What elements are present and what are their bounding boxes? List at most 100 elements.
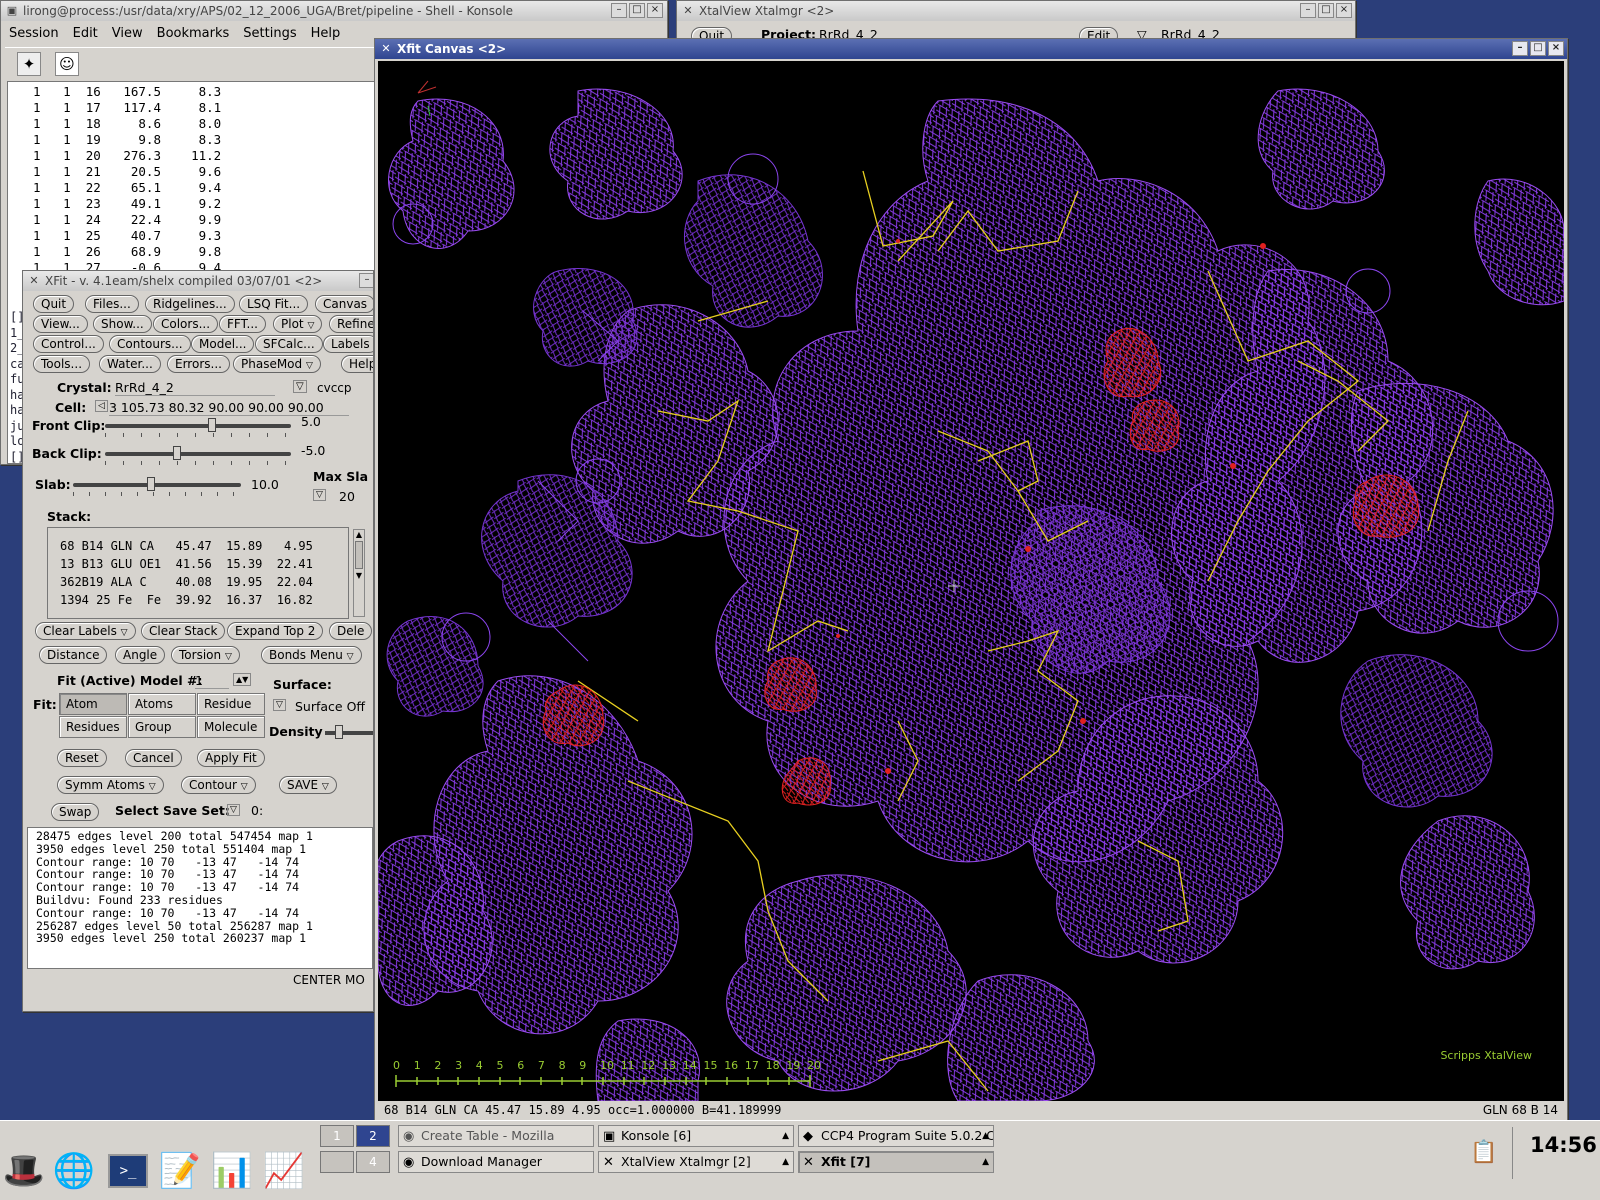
minimize-icon[interactable]: – (359, 273, 373, 288)
clock[interactable]: 14:56 (1530, 1133, 1597, 1157)
stack-scrollbar[interactable]: ▲ ▼ (353, 529, 365, 617)
front-clip-slider[interactable] (105, 424, 291, 428)
tools-button[interactable]: Tools... (33, 355, 91, 373)
quit-button[interactable]: Quit (33, 295, 75, 313)
canvas-button[interactable]: Canvas (315, 295, 373, 313)
task-ccp4[interactable]: ◆ CCP4 Program Suite 5.0.2 C ▲ (798, 1125, 994, 1147)
symm-atoms-button[interactable]: Symm Atoms ▽ (57, 776, 164, 794)
help-button[interactable]: Help (341, 355, 373, 373)
pager-desktop-4[interactable]: 4 (356, 1151, 390, 1173)
clear-stack-button[interactable]: Clear Stack (141, 622, 226, 640)
chevron-down-icon[interactable]: ▽ (313, 489, 326, 501)
water-button[interactable]: Water... (99, 355, 161, 373)
konsole-titlebar[interactable]: ▣ lirong@process:/usr/data/xry/APS/02_12… (1, 1, 667, 21)
xfit-titlebar[interactable]: ✕ XFit - v. 4.1eam/shelx compiled 03/07/… (23, 271, 373, 291)
fit-residue-button[interactable]: Residue (197, 693, 265, 715)
show-button[interactable]: Show... (93, 315, 152, 333)
colors-button[interactable]: Colors... (153, 315, 219, 333)
terminal-icon[interactable]: >_ (108, 1149, 152, 1193)
new-session-icon[interactable]: ✦ (17, 52, 41, 76)
menu-view[interactable]: View (112, 26, 143, 41)
angle-button[interactable]: Angle (115, 646, 166, 664)
plot-button[interactable]: Plot ▽ (273, 315, 323, 333)
menu-edit[interactable]: Edit (73, 26, 98, 41)
fft-button[interactable]: FFT... (219, 315, 266, 333)
save-button[interactable]: SAVE ▽ (279, 776, 337, 794)
chevron-down-icon[interactable]: ▽ (293, 380, 307, 393)
menu-help[interactable]: Help (311, 26, 341, 41)
sfcalc-button[interactable]: SFCalc... (255, 335, 323, 353)
minimize-icon[interactable]: – (1300, 3, 1316, 18)
chevron-down-icon[interactable]: ▽ (273, 699, 286, 711)
fit-residues-button[interactable]: Residues (59, 716, 127, 738)
back-clip-thumb[interactable] (173, 446, 181, 460)
stack-list[interactable]: 68 B14 GLN CA 45.47 15.89 4.95 13 B13 GLU… (47, 527, 349, 619)
close-icon[interactable]: × (1548, 41, 1564, 56)
contour-button[interactable]: Contour ▽ (181, 776, 256, 794)
apply-fit-button[interactable]: Apply Fit (197, 749, 265, 767)
density-canvas[interactable]: 0 1 2 3 4 5 6 7 8 9 10 11 12 13 14 15 16 17 18 19 20 Scripps… (378, 61, 1564, 1101)
canvas-titlebar[interactable]: ✕ Xfit Canvas <2> – □ × (375, 39, 1567, 59)
slab-slider[interactable] (73, 483, 241, 487)
control-button[interactable]: Control... (33, 335, 104, 353)
fit-molecule-button[interactable]: Molecule (197, 716, 265, 738)
distance-button[interactable]: Distance (39, 646, 108, 664)
web-browser-icon[interactable]: 🌐 (52, 1149, 96, 1193)
fit-atoms-button[interactable]: Atoms (128, 693, 196, 715)
model-stepper-icon[interactable]: ▲▼ (233, 673, 252, 686)
task-konsole[interactable]: ▣ Konsole [6] ▲ (598, 1125, 794, 1147)
maximize-icon[interactable]: □ (1318, 3, 1334, 18)
message-log[interactable]: 28475 edges level 200 total 547454 map 1… (27, 827, 373, 969)
front-clip-thumb[interactable] (208, 418, 216, 432)
scroll-thumb[interactable] (355, 541, 363, 569)
files-button[interactable]: Files... (85, 295, 139, 313)
swap-button[interactable]: Swap (51, 803, 100, 821)
model-number[interactable]: 1 (195, 673, 229, 689)
density-slider[interactable] (325, 731, 373, 735)
reset-button[interactable]: Reset (57, 749, 107, 767)
writer-icon[interactable]: 📝 (158, 1149, 202, 1193)
errors-button[interactable]: Errors... (167, 355, 230, 373)
minimize-icon[interactable]: – (1512, 41, 1528, 56)
delete-button[interactable]: Dele (329, 622, 373, 640)
density-thumb[interactable] (335, 725, 343, 739)
task-xfit[interactable]: ✕ Xfit [7] ▲ (798, 1151, 994, 1173)
spreadsheet-icon[interactable]: 📈 (262, 1149, 306, 1193)
back-clip-slider[interactable] (105, 452, 291, 456)
task-download-manager[interactable]: ◉ Download Manager (398, 1151, 594, 1173)
scroll-up-icon[interactable]: ▲ (354, 530, 364, 539)
redhat-menu-icon[interactable]: 🎩 (2, 1149, 46, 1193)
labels-button[interactable]: Labels (323, 335, 373, 353)
clipboard-icon[interactable]: 📋 (1470, 1131, 1498, 1175)
xtalview-titlebar[interactable]: ✕ XtalView Xtalmgr <2> – □ × (677, 1, 1355, 21)
clear-labels-button[interactable]: Clear Labels ▽ (35, 622, 136, 640)
menu-session[interactable]: Session (9, 26, 59, 41)
fit-atom-button[interactable]: Atom (59, 693, 127, 715)
menu-settings[interactable]: Settings (243, 26, 296, 41)
lsq-fit-button[interactable]: LSQ Fit... (239, 295, 309, 313)
refine-button[interactable]: Refine (329, 315, 373, 333)
fit-group-button[interactable]: Group (128, 716, 196, 738)
cancel-button[interactable]: Cancel (125, 749, 182, 767)
menu-bookmarks[interactable]: Bookmarks (157, 26, 230, 41)
presentation-icon[interactable]: 📊 (210, 1149, 254, 1193)
chevron-left-icon[interactable]: ◁ (95, 400, 108, 412)
slab-thumb[interactable] (147, 477, 155, 491)
contours-button[interactable]: Contours... (109, 335, 191, 353)
session-icon[interactable]: ☺ (55, 52, 79, 76)
chevron-down-icon[interactable]: ▽ (227, 804, 240, 816)
close-icon[interactable]: × (647, 3, 663, 18)
minimize-icon[interactable]: – (611, 3, 627, 18)
close-icon[interactable]: × (1336, 3, 1352, 18)
ridgelines-button[interactable]: Ridgelines... (145, 295, 235, 313)
maximize-icon[interactable]: □ (629, 3, 645, 18)
expand-top-button[interactable]: Expand Top 2 (227, 622, 324, 640)
torsion-button[interactable]: Torsion ▽ (171, 646, 240, 664)
pager-desktop-1[interactable]: 1 (320, 1125, 354, 1147)
maximize-icon[interactable]: □ (1530, 41, 1546, 56)
view-button[interactable]: View... (33, 315, 88, 333)
crystal-value[interactable]: RrRd_4_2 (115, 380, 275, 396)
pager-desktop-3[interactable] (320, 1151, 354, 1173)
model-button[interactable]: Model... (191, 335, 255, 353)
task-create-table[interactable]: ◉ Create Table - Mozilla (398, 1125, 594, 1147)
